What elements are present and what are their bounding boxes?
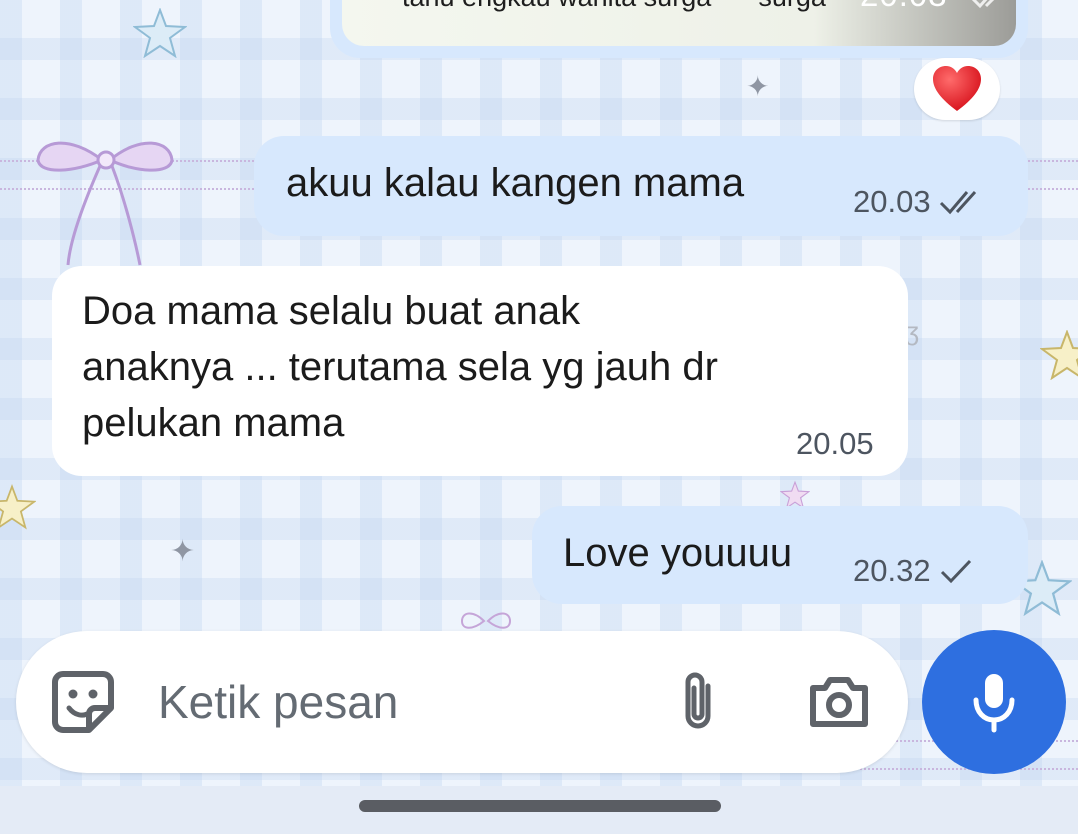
sparkle-decoration-icon: ✦	[746, 71, 770, 102]
double-check-icon	[971, 0, 995, 9]
message-time: 20.03	[853, 184, 931, 219]
message-text: Doa mama selalu buat anak anaknya ... te…	[82, 289, 718, 445]
sticker-icon	[52, 671, 114, 733]
red-heart-icon	[933, 66, 981, 111]
ribbon-bow-icon	[36, 141, 174, 266]
microphone-icon	[973, 674, 1015, 733]
star-decoration-icon	[1040, 330, 1078, 380]
quoted-image-preview: tahu engkau wanita surga — 'surga 20.03	[342, 0, 1016, 46]
message-meta: 20.03	[853, 184, 985, 220]
single-check-icon	[940, 559, 971, 584]
double-check-icon	[939, 190, 976, 215]
message-meta: 20.32	[853, 553, 973, 589]
attach-button[interactable]	[670, 667, 726, 737]
message-reaction[interactable]	[914, 58, 1000, 120]
home-gesture-handle[interactable]	[359, 800, 721, 812]
voice-message-button[interactable]	[922, 630, 1066, 774]
message-meta: 20.05	[796, 426, 874, 462]
message-text: Love youuuu	[563, 531, 793, 575]
quoted-time: 20.03	[860, 0, 948, 14]
star-decoration-icon	[133, 8, 187, 58]
message-text: akuu kalau kangen mama	[286, 161, 745, 205]
camera-icon	[810, 677, 868, 727]
quoted-text: tahu engkau wanita surga — 'surga	[402, 0, 826, 13]
incoming-message-bubble[interactable]: Doa mama selalu buat anak anaknya ... te…	[52, 266, 908, 476]
outgoing-message-bubble[interactable]: Love youuuu 20.32	[532, 506, 1028, 604]
star-decoration-icon	[0, 484, 36, 530]
message-input[interactable]: Ketik pesan	[158, 675, 398, 729]
paperclip-icon	[685, 672, 711, 729]
sparkle-decoration-icon: ✦	[170, 535, 196, 568]
message-time: 20.32	[853, 553, 931, 588]
outgoing-message-bubble[interactable]: akuu kalau kangen mama 20.03	[254, 136, 1028, 236]
sticker-button[interactable]	[48, 667, 118, 737]
message-composer: Ketik pesan	[16, 631, 908, 773]
message-time: 20.05	[796, 426, 874, 461]
camera-button[interactable]	[804, 669, 874, 735]
previous-message-bubble[interactable]: tahu engkau wanita surga — 'surga 20.03	[330, 0, 1028, 58]
